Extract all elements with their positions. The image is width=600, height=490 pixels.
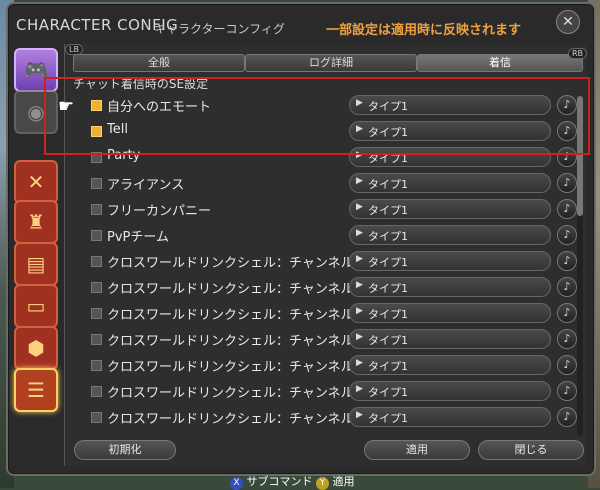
row-label: クロスワールドリンクシェル：チャンネル5 [107, 360, 362, 375]
row-label: クロスワールドリンクシェル：チャンネル3 [107, 308, 362, 323]
music-note-icon[interactable]: ♪ [557, 407, 577, 427]
sound-type-select[interactable]: ▶ タイプ1 [349, 251, 551, 271]
play-arrow-icon: ▶ [356, 254, 363, 264]
sound-type-select[interactable]: ▶ タイプ1 [349, 329, 551, 349]
coins-icon: ♜ [27, 210, 45, 234]
list-item[interactable]: クロスワールドリンクシェル：チャンネル7 ▶ タイプ1 ♪ [65, 404, 587, 430]
row-label: クロスワールドリンクシェル：チャンネル2 [107, 282, 362, 297]
sound-type-select[interactable]: ▶ タイプ1 [349, 407, 551, 427]
checkbox[interactable] [91, 386, 102, 397]
arrows-icon: ✕ [27, 170, 45, 194]
nameplate-icon: ▭ [26, 294, 46, 318]
sound-type-select[interactable]: ▶ タイプ1 [349, 355, 551, 375]
close-icon[interactable]: ✕ [556, 10, 580, 34]
title-bar: CHARACTER CONFIG キャラクターコンフィグ 一部設定は適用時に反映… [6, 4, 590, 40]
row-label: アライアンス [107, 178, 185, 193]
row-label: クロスワールドリンクシェル：チャンネル7 [107, 412, 362, 427]
list-item[interactable]: クロスワールドリンクシェル：チャンネル5 ▶ タイプ1 ♪ [65, 352, 587, 378]
play-arrow-icon: ▶ [356, 410, 363, 420]
music-note-icon[interactable]: ♪ [557, 381, 577, 401]
row-label: フリーカンパニー [107, 204, 212, 219]
checkbox[interactable] [91, 360, 102, 371]
subcommand-hint: サブコマンド [246, 475, 313, 488]
category-card[interactable]: ▤ [14, 242, 58, 286]
controller-hint: X サブコマンド Y 適用 [230, 473, 355, 490]
music-note-icon[interactable]: ♪ [557, 355, 577, 375]
checkbox[interactable] [91, 308, 102, 319]
row-label: PvPチーム [107, 230, 169, 245]
music-note-icon[interactable]: ♪ [557, 303, 577, 323]
apply-button[interactable]: 適用 [364, 440, 470, 460]
music-note-icon[interactable]: ♪ [557, 225, 577, 245]
highlight-box [44, 77, 590, 155]
checkbox[interactable] [91, 178, 102, 189]
music-note-icon[interactable]: ♪ [557, 173, 577, 193]
play-arrow-icon: ▶ [356, 332, 363, 342]
reset-button[interactable]: 初期化 [74, 440, 176, 460]
tab-bar: LB 全般 ログ詳細 着信 RB [65, 44, 587, 72]
category-arrows[interactable]: ✕ [14, 160, 58, 204]
music-note-icon[interactable]: ♪ [557, 251, 577, 271]
sound-type-select[interactable]: ▶ タイプ1 [349, 173, 551, 193]
sound-type-select[interactable]: ▶ タイプ1 [349, 199, 551, 219]
sound-type-select[interactable]: ▶ タイプ1 [349, 303, 551, 323]
category-chat[interactable]: ☰ [14, 368, 58, 412]
play-arrow-icon: ▶ [356, 228, 363, 238]
checkbox[interactable] [91, 282, 102, 293]
category-nameplate[interactable]: ▭ [14, 284, 58, 328]
close-button[interactable]: 閉じる [478, 440, 584, 460]
checkbox[interactable] [91, 412, 102, 423]
rb-shoulder-icon[interactable]: RB [567, 48, 587, 59]
sound-type-select[interactable]: ▶ タイプ1 [349, 277, 551, 297]
row-label: クロスワールドリンクシェル：チャンネル4 [107, 334, 362, 349]
tab-general[interactable]: 全般 [73, 54, 245, 72]
footer-buttons: 初期化 適用 閉じる [64, 438, 586, 462]
row-label: クロスワールドリンクシェル：チャンネル6 [107, 386, 362, 401]
list-item[interactable]: クロスワールドリンクシェル：チャンネル1 ▶ タイプ1 ♪ [65, 248, 587, 274]
play-arrow-icon: ▶ [356, 384, 363, 394]
music-note-icon[interactable]: ♪ [557, 277, 577, 297]
checkbox[interactable] [91, 230, 102, 241]
list-item[interactable]: クロスワールドリンクシェル：チャンネル2 ▶ タイプ1 ♪ [65, 274, 587, 300]
tab-incoming[interactable]: 着信 [417, 54, 583, 72]
music-note-icon[interactable]: ♪ [557, 199, 577, 219]
play-arrow-icon: ▶ [356, 306, 363, 316]
category-items[interactable]: ♜ [14, 200, 58, 244]
sound-type-select[interactable]: ▶ タイプ1 [349, 225, 551, 245]
y-button-icon: Y [316, 477, 329, 490]
checkbox[interactable] [91, 256, 102, 267]
play-arrow-icon: ▶ [356, 358, 363, 368]
sound-type-select[interactable]: ▶ タイプ1 [349, 381, 551, 401]
apply-hint: 適用 [332, 475, 355, 488]
list-item[interactable]: アライアンス ▶ タイプ1 ♪ [65, 170, 587, 196]
window-subtitle: キャラクターコンフィグ [154, 22, 285, 36]
list-item[interactable]: クロスワールドリンクシェル：チャンネル3 ▶ タイプ1 ♪ [65, 300, 587, 326]
list-item[interactable]: クロスワールドリンクシェル：チャンネル6 ▶ タイプ1 ♪ [65, 378, 587, 404]
checkbox[interactable] [91, 204, 102, 215]
row-label: クロスワールドリンクシェル：チャンネル1 [107, 256, 362, 271]
list-item[interactable]: PvPチーム ▶ タイプ1 ♪ [65, 222, 587, 248]
play-arrow-icon: ▶ [356, 280, 363, 290]
play-arrow-icon: ▶ [356, 202, 363, 212]
list-item[interactable]: フリーカンパニー ▶ タイプ1 ♪ [65, 196, 587, 222]
tab-log-details[interactable]: ログ詳細 [245, 54, 417, 72]
list-item[interactable]: クロスワールドリンクシェル：チャンネル4 ▶ タイプ1 ♪ [65, 326, 587, 352]
play-arrow-icon: ▶ [356, 176, 363, 186]
checkbox[interactable] [91, 334, 102, 345]
category-pattern[interactable]: ⬢ [14, 326, 58, 370]
pattern-icon: ⬢ [27, 336, 45, 360]
music-note-icon[interactable]: ♪ [557, 329, 577, 349]
x-button-icon: X [230, 477, 243, 490]
chat-bubble-icon: ☰ [27, 378, 45, 402]
apply-notice: 一部設定は適用時に反映されます [326, 23, 522, 38]
card-icon: ▤ [26, 252, 46, 276]
